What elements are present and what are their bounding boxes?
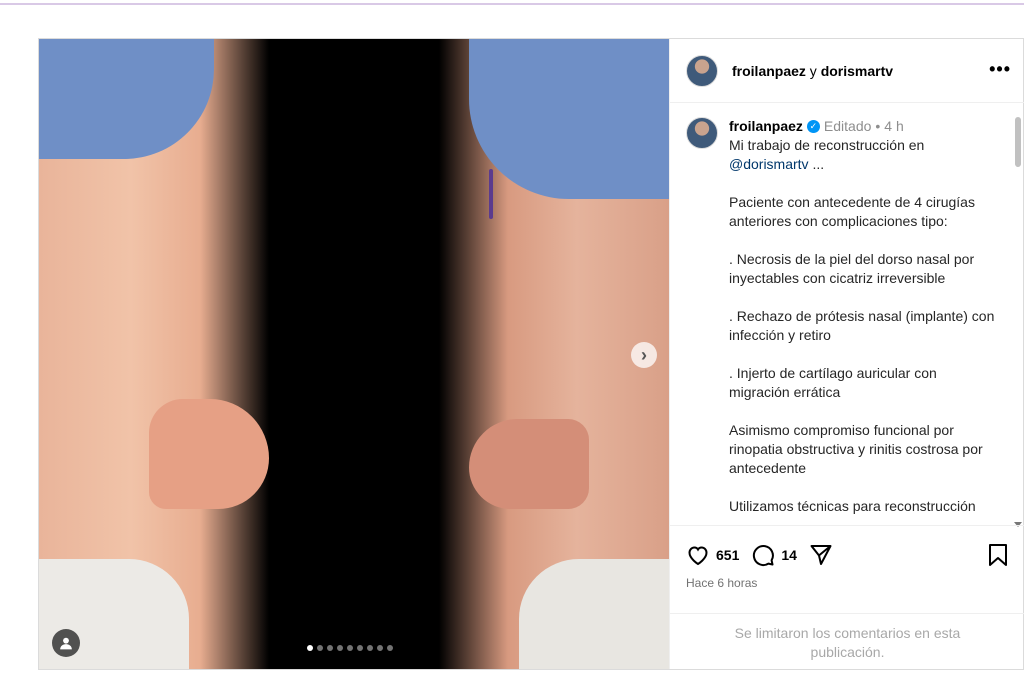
author-avatar[interactable] [686, 54, 718, 87]
carousel-dot [307, 645, 313, 651]
caption-paragraph: . Injerto de cartílago auricular con mig… [729, 365, 937, 400]
user-tag-icon [60, 637, 72, 650]
carousel-dot [347, 645, 353, 651]
post-media[interactable]: › [39, 39, 669, 669]
authors-connector: y [809, 62, 817, 79]
caption-line: Mi trabajo de reconstrucción en @dorisma… [729, 136, 995, 174]
collaborator-link[interactable]: dorismartv [821, 63, 893, 79]
caption-paragraph: . Rechazo de prótesis nasal (implante) c… [729, 308, 995, 343]
likes-count[interactable]: 651 [716, 547, 739, 563]
like-button[interactable]: 651 [686, 543, 739, 567]
caption-paragraph: Asimismo compromiso funcional por rinopa… [729, 422, 983, 476]
comments-limited-notice: Se limitaron los comentarios en esta pub… [670, 613, 1024, 662]
edited-label: Editado [823, 118, 872, 134]
caption-scrollbar[interactable] [1014, 117, 1022, 527]
carousel-indicator [307, 645, 393, 651]
post-modal: › froilanpaez y dorismartv ••• froilanpa… [38, 38, 1024, 670]
verified-badge-icon: ✓ [806, 120, 820, 133]
carousel-next-button[interactable]: › [631, 342, 657, 368]
caption-ellipsis: ... [812, 156, 825, 172]
bookmark-icon [989, 544, 1007, 566]
post-actions: 651 14 Hace 6 horas [670, 525, 1024, 590]
before-photo [39, 39, 269, 669]
post-authors: froilanpaez y dorismartv [732, 63, 893, 79]
author-link[interactable]: froilanpaez [732, 63, 806, 79]
save-button[interactable] [987, 543, 1009, 572]
comment-icon [753, 545, 775, 567]
carousel-dot [337, 645, 343, 651]
tagged-users-button[interactable] [52, 629, 80, 657]
mention-link[interactable]: @dorismartv [729, 156, 809, 172]
meta-separator: • [875, 118, 881, 134]
caption-intro: Mi trabajo de reconstrucción en [729, 137, 925, 153]
more-horizontal-icon: ••• [989, 59, 1011, 79]
carousel-dot [377, 645, 383, 651]
caption-paragraph: . Necrosis de la piel del dorso nasal po… [729, 251, 975, 286]
caption-paragraph: Paciente con antecedente de 4 cirugías a… [729, 194, 975, 229]
scrollbar-thumb[interactable] [1015, 117, 1021, 167]
carousel-dot [367, 645, 373, 651]
post-header: froilanpaez y dorismartv ••• [670, 39, 1024, 103]
send-icon [810, 545, 832, 565]
comment-button[interactable]: 14 [751, 543, 797, 567]
browser-top-border [0, 0, 1024, 5]
chevron-right-icon: › [641, 344, 647, 365]
carousel-dot [357, 645, 363, 651]
post-sidebar: froilanpaez y dorismartv ••• froilanpaez… [669, 39, 1024, 669]
more-options-button[interactable]: ••• [989, 59, 1011, 80]
caption-area: froilanpaez ✓ Editado • 4 h Mi trabajo d… [670, 103, 1024, 523]
post-timestamp[interactable]: Hace 6 horas [686, 576, 1009, 590]
carousel-dot [327, 645, 333, 651]
caption-avatar[interactable] [686, 117, 718, 149]
carousel-dot [317, 645, 323, 651]
share-button[interactable] [809, 543, 833, 567]
comments-count[interactable]: 14 [781, 547, 797, 563]
caption-time[interactable]: 4 h [884, 117, 903, 136]
caption-paragraph: Utilizamos técnicas para reconstrucción [729, 498, 976, 514]
caption-username[interactable]: froilanpaez [729, 117, 803, 136]
carousel-dot [387, 645, 393, 651]
heart-icon [688, 546, 708, 566]
